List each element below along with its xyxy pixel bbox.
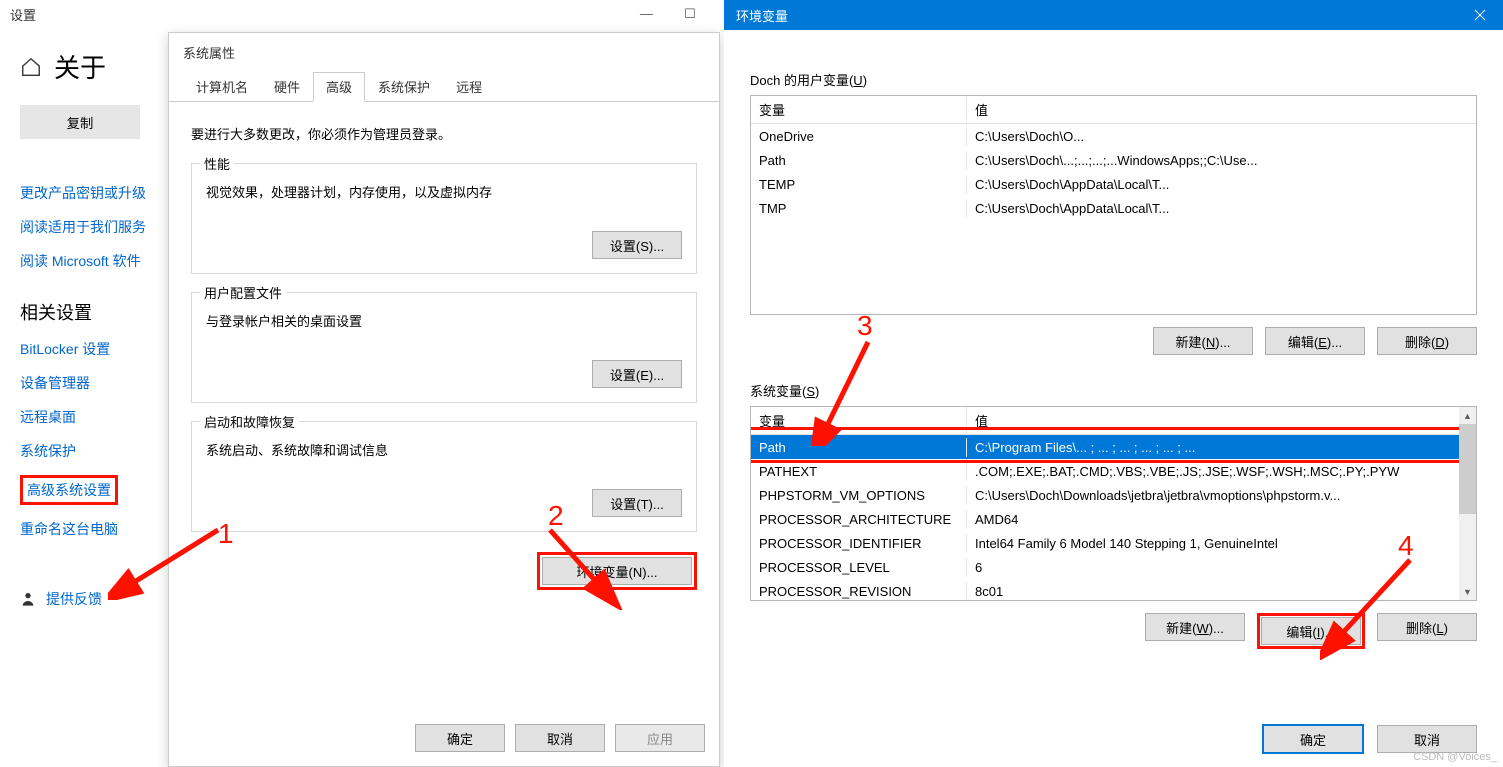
tab-4[interactable]: 远程 <box>443 72 495 101</box>
cell-value: C:\Users\Doch\Downloads\jetbra\jetbra\vm… <box>967 486 1476 505</box>
tab-1[interactable]: 硬件 <box>261 72 313 101</box>
envdlg-cancel-button[interactable]: 取消 <box>1377 725 1477 753</box>
arrow-3-icon <box>810 336 890 446</box>
close-icon[interactable] <box>1457 0 1503 30</box>
related-settings-header: 相关设置 <box>20 299 150 325</box>
envdlg-title: 环境变量 <box>736 6 788 25</box>
sysprop-tabs: 计算机名硬件高级系统保护远程 <box>169 72 719 102</box>
envdlg-titlebar: 环境变量 <box>724 0 1503 30</box>
cell-value: C:\Users\Doch\O... <box>967 127 1476 146</box>
annotation-4: 4 <box>1398 530 1414 562</box>
page-title-text: 关于 <box>54 48 106 85</box>
cell-value: C:\Users\Doch\AppData\Local\T... <box>967 175 1476 194</box>
sysprop-title: 系统属性 <box>169 33 719 72</box>
settings-link[interactable]: 阅读适用于我们服务 <box>20 217 150 237</box>
settings-title: 设置 <box>10 5 36 24</box>
performance-group: 性能 视觉效果，处理器计划，内存使用，以及虚拟内存 设置(S)... <box>191 163 697 274</box>
cell-variable: PATHEXT <box>751 462 967 481</box>
watermark: CSDN @Voices_ <box>1413 751 1497 763</box>
startup-desc: 系统启动、系统故障和调试信息 <box>206 440 682 459</box>
maximize-icon[interactable]: ☐ <box>670 6 710 22</box>
tab-0[interactable]: 计算机名 <box>183 72 261 101</box>
startup-settings-button[interactable]: 设置(T)... <box>592 489 682 517</box>
feedback-label: 提供反馈 <box>46 589 102 609</box>
cell-value: AMD64 <box>967 510 1476 529</box>
table-row[interactable]: PROCESSOR_ARCHITECTUREAMD64 <box>751 507 1476 531</box>
settings-link[interactable]: 系统保护 <box>20 441 150 461</box>
userprofile-group: 用户配置文件 与登录帐户相关的桌面设置 设置(E)... <box>191 292 697 403</box>
scroll-thumb[interactable] <box>1459 424 1476 514</box>
startup-legend: 启动和故障恢复 <box>200 412 299 431</box>
annotation-3: 3 <box>857 310 873 342</box>
performance-settings-button[interactable]: 设置(S)... <box>592 231 682 259</box>
table-row[interactable]: PathC:\Users\Doch\...;...;...;...Windows… <box>751 148 1476 172</box>
performance-legend: 性能 <box>200 154 234 173</box>
admin-note: 要进行大多数更改，你必须作为管理员登录。 <box>191 124 697 143</box>
cancel-button[interactable]: 取消 <box>515 724 605 752</box>
ok-button[interactable]: 确定 <box>415 724 505 752</box>
apply-button[interactable]: 应用 <box>615 724 705 752</box>
cell-variable: OneDrive <box>751 127 967 146</box>
cell-value: C:\Users\Doch\...;...;...;...WindowsApps… <box>967 151 1476 170</box>
user-new-button[interactable]: 新建(N)... <box>1153 327 1253 355</box>
cell-value: C:\Users\Doch\AppData\Local\T... <box>967 199 1476 218</box>
minimize-icon[interactable]: — <box>626 6 666 21</box>
window-controls: — ☐ <box>626 6 710 22</box>
table-row[interactable]: PHPSTORM_VM_OPTIONSC:\Users\Doch\Downloa… <box>751 483 1476 507</box>
cell-variable: PROCESSOR_REVISION <box>751 582 967 601</box>
envdlg-ok-button[interactable]: 确定 <box>1263 725 1363 753</box>
col-variable[interactable]: 变量 <box>751 96 967 123</box>
system-properties-dialog: 系统属性 计算机名硬件高级系统保护远程 要进行大多数更改，你必须作为管理员登录。… <box>168 32 720 767</box>
user-vars-label: Doch 的用户变量(U) <box>750 70 1477 89</box>
settings-link[interactable]: 远程桌面 <box>20 407 150 427</box>
performance-desc: 视觉效果，处理器计划，内存使用，以及虚拟内存 <box>206 182 682 201</box>
sysprop-footer: 确定 取消 应用 <box>415 724 705 752</box>
user-edit-button[interactable]: 编辑(E)... <box>1265 327 1365 355</box>
user-delete-button[interactable]: 删除(D) <box>1377 327 1477 355</box>
sys-new-button[interactable]: 新建(W)... <box>1145 613 1245 641</box>
table-header: 变量 值 <box>751 96 1476 124</box>
settings-titlebar: 设置 — ☐ <box>0 0 720 28</box>
arrow-4-icon <box>1320 550 1430 660</box>
home-icon <box>20 56 42 78</box>
annotation-2: 2 <box>548 500 564 532</box>
annotation-1: 1 <box>218 518 234 550</box>
cell-variable: TMP <box>751 199 967 218</box>
settings-link[interactable]: 设备管理器 <box>20 373 150 393</box>
settings-link[interactable]: 更改产品密钥或升级 <box>20 183 150 203</box>
cell-variable: PHPSTORM_VM_OPTIONS <box>751 486 967 505</box>
advanced-system-settings-link[interactable]: 高级系统设置 <box>20 475 150 505</box>
person-icon <box>20 591 36 607</box>
cell-variable: TEMP <box>751 175 967 194</box>
table-row[interactable]: TMPC:\Users\Doch\AppData\Local\T... <box>751 196 1476 220</box>
arrow-2-icon <box>540 520 630 610</box>
table-row[interactable]: OneDriveC:\Users\Doch\O... <box>751 124 1476 148</box>
advanced-system-settings-highlight: 高级系统设置 <box>20 475 118 505</box>
tab-3[interactable]: 系统保护 <box>365 72 443 101</box>
scroll-down-arrow[interactable]: ▼ <box>1459 583 1476 600</box>
userprofile-settings-button[interactable]: 设置(E)... <box>592 360 682 388</box>
cell-variable: Path <box>751 151 967 170</box>
startup-group: 启动和故障恢复 系统启动、系统故障和调试信息 设置(T)... <box>191 421 697 532</box>
cell-variable: PROCESSOR_IDENTIFIER <box>751 534 967 553</box>
settings-link[interactable]: 阅读 Microsoft 软件 <box>20 251 150 271</box>
vertical-scrollbar[interactable]: ▲ ▼ <box>1459 407 1476 600</box>
cell-variable: PROCESSOR_LEVEL <box>751 558 967 577</box>
cell-variable: PROCESSOR_ARCHITECTURE <box>751 510 967 529</box>
table-row[interactable]: TEMPC:\Users\Doch\AppData\Local\T... <box>751 172 1476 196</box>
scroll-up-arrow[interactable]: ▲ <box>1459 407 1476 424</box>
envdlg-footer: 确定 取消 <box>1263 725 1477 753</box>
user-vars-table[interactable]: 变量 值 OneDriveC:\Users\Doch\O...PathC:\Us… <box>750 95 1477 315</box>
col-value[interactable]: 值 <box>967 96 1476 123</box>
cell-value: .COM;.EXE;.BAT;.CMD;.VBS;.VBE;.JS;.JSE;.… <box>967 462 1476 481</box>
tab-2[interactable]: 高级 <box>313 72 365 102</box>
userprofile-desc: 与登录帐户相关的桌面设置 <box>206 311 682 330</box>
settings-link[interactable]: BitLocker 设置 <box>20 339 150 359</box>
copy-button[interactable]: 复制 <box>20 105 140 139</box>
page-title: 关于 <box>20 48 150 85</box>
userprofile-legend: 用户配置文件 <box>200 283 286 302</box>
